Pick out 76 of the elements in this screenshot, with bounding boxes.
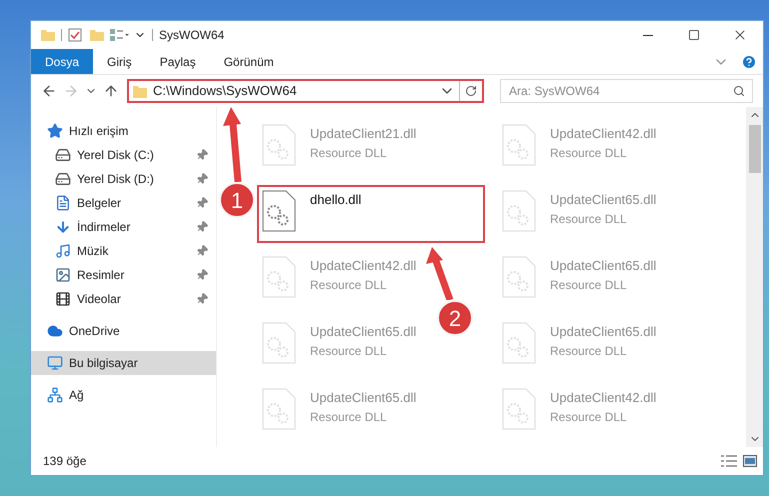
address-path: C:\Windows\SysWOW64 bbox=[153, 82, 298, 100]
gear-file-icon bbox=[262, 388, 296, 430]
sidebar-item[interactable]: Ağ bbox=[31, 383, 216, 407]
folder-icon bbox=[90, 29, 104, 41]
sidebar-item[interactable]: Hızlı erişim bbox=[31, 119, 216, 143]
properties-icon bbox=[110, 29, 130, 41]
search-field[interactable]: Ara: SysWOW64 bbox=[500, 79, 753, 103]
file-type: Resource DLL bbox=[310, 342, 388, 360]
gear-file-icon bbox=[502, 190, 536, 232]
maximize-icon bbox=[688, 29, 700, 41]
gear-file-icon bbox=[502, 124, 536, 166]
address-field[interactable]: C:\Windows\SysWOW64 bbox=[127, 79, 484, 103]
gear-file-icon bbox=[502, 256, 536, 298]
sidebar-item[interactable]: Resimler bbox=[31, 263, 216, 287]
file-name: UpdateClient42.dll bbox=[550, 125, 656, 143]
file-item[interactable]: dhello.dll bbox=[257, 185, 485, 243]
gear-file-icon bbox=[262, 124, 296, 166]
file-type: Resource DLL bbox=[310, 408, 388, 426]
folder-icon bbox=[41, 29, 55, 41]
sidebar-item[interactable]: Müzik bbox=[31, 239, 216, 263]
ribbon-tab[interactable]: Görünüm bbox=[210, 49, 288, 74]
file-name: UpdateClient65.dll bbox=[550, 191, 656, 209]
picture-icon bbox=[55, 267, 71, 283]
file-name: UpdateClient65.dll bbox=[310, 389, 416, 407]
film-icon bbox=[55, 291, 71, 307]
folder-icon bbox=[133, 84, 147, 98]
file-name: UpdateClient42.dll bbox=[550, 389, 656, 407]
refresh-icon[interactable] bbox=[465, 85, 477, 97]
file-name: UpdateClient42.dll bbox=[310, 257, 416, 275]
file-type: Resource DLL bbox=[550, 342, 628, 360]
star-icon bbox=[47, 123, 63, 139]
file-name: UpdateClient65.dll bbox=[550, 257, 656, 275]
file-name: UpdateClient65.dll bbox=[310, 323, 416, 341]
sidebar-item[interactable]: Videolar bbox=[31, 287, 216, 311]
gear-file-icon bbox=[262, 256, 296, 298]
drive-icon bbox=[55, 147, 71, 163]
ribbon-tab[interactable]: Paylaş bbox=[146, 49, 210, 74]
gear-file-icon bbox=[502, 322, 536, 364]
minimize-icon bbox=[643, 34, 653, 36]
item-count: 139 öğe bbox=[43, 453, 88, 470]
gear-file-icon bbox=[262, 190, 296, 232]
window-title: SysWOW64 bbox=[159, 27, 226, 44]
help-icon[interactable] bbox=[741, 54, 757, 70]
search-icon bbox=[733, 85, 745, 97]
sidebar-item[interactable]: Yerel Disk (D:) bbox=[31, 167, 216, 191]
large-icons-view-icon[interactable] bbox=[743, 455, 757, 467]
file-name: dhello.dll bbox=[310, 191, 362, 209]
cloud-icon bbox=[47, 323, 63, 339]
details-view-icon[interactable] bbox=[721, 455, 737, 467]
sidebar-item[interactable]: Belgeler bbox=[31, 191, 216, 215]
file-type: Resource DLL bbox=[310, 276, 388, 294]
ribbon-tab[interactable]: Dosya bbox=[31, 49, 94, 74]
file-name: UpdateClient21.dll bbox=[310, 125, 416, 143]
sidebar-item[interactable]: İndirmeler bbox=[31, 215, 216, 239]
gear-file-icon bbox=[262, 322, 296, 364]
file-type: Resource DLL bbox=[550, 276, 628, 294]
file-name: UpdateClient65.dll bbox=[550, 323, 656, 341]
up-icon[interactable] bbox=[103, 83, 119, 99]
gear-file-icon bbox=[502, 388, 536, 430]
ribbon-tab[interactable]: Giriş bbox=[93, 49, 146, 74]
file-type: Resource DLL bbox=[550, 210, 628, 228]
network-icon bbox=[47, 387, 63, 403]
file-type: Resource DLL bbox=[310, 144, 388, 162]
sidebar-item[interactable]: Bu bilgisayar bbox=[31, 351, 216, 375]
back-icon[interactable] bbox=[41, 83, 57, 99]
checklist-icon bbox=[68, 28, 82, 42]
scroll-thumb[interactable] bbox=[748, 125, 760, 173]
scrollbar[interactable] bbox=[746, 107, 763, 447]
sidebar-item[interactable]: OneDrive bbox=[31, 319, 216, 343]
monitor-icon bbox=[47, 355, 63, 371]
drive-icon bbox=[55, 171, 71, 187]
document-icon bbox=[55, 195, 71, 211]
music-note-icon bbox=[55, 243, 71, 259]
file-type: Resource DLL bbox=[550, 144, 628, 162]
sidebar-item[interactable]: Yerel Disk (C:) bbox=[31, 143, 216, 167]
file-type: Resource DLL bbox=[550, 408, 628, 426]
